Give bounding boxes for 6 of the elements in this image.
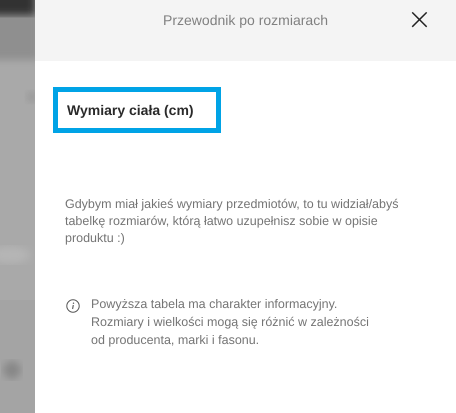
dialog-title: Przewodnik po rozmiarach	[163, 12, 328, 28]
section-heading[interactable]: Wymiary ciała (cm)	[53, 87, 221, 133]
empty-message: Gdybym miał jakieś wymiary przedmiotów, to tu widział/abyś tabelkę rozmiarów, którą łatwo uzupełnisz sobie w opisie produktu :)	[65, 196, 400, 247]
info-icon	[66, 299, 80, 313]
info-note: Powyższa tabela ma charakter informacyjny. Rozmiary i wielkości mogą się różnić w zależności od producenta, marki i fasonu.	[91, 296, 370, 349]
close-button[interactable]: ×	[402, 6, 436, 34]
